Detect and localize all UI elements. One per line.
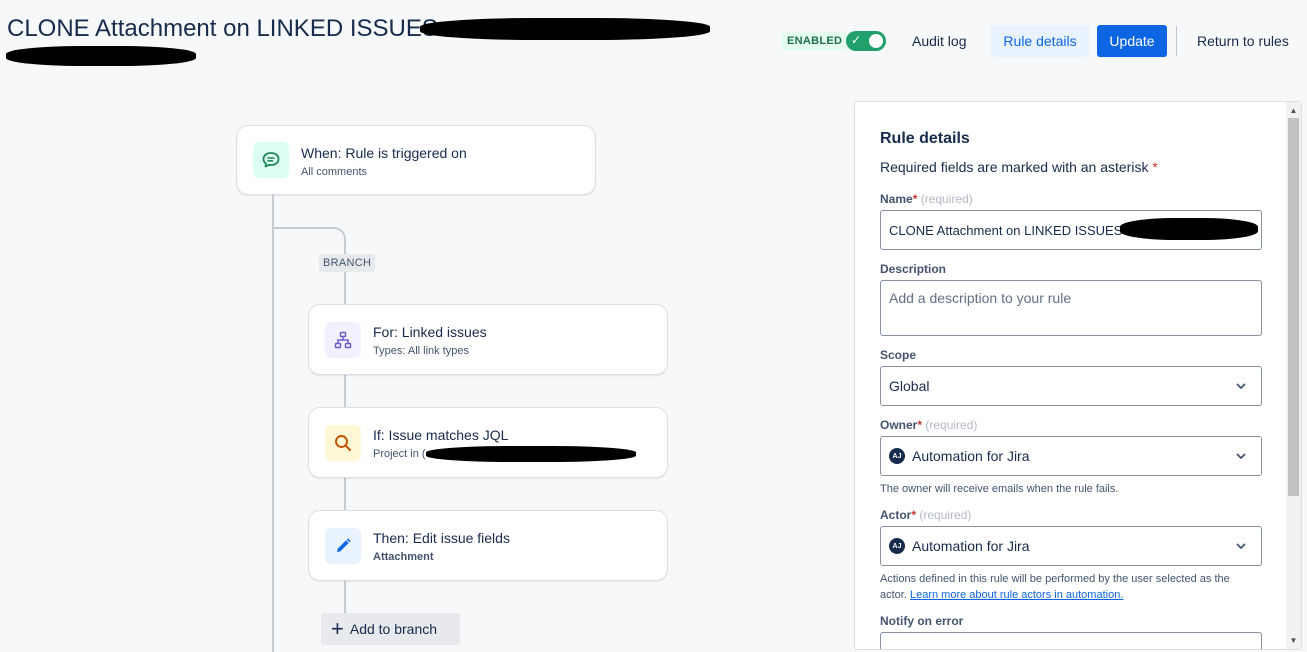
redaction-mark [426, 446, 636, 462]
update-button[interactable]: Update [1097, 25, 1167, 57]
redaction-mark [420, 18, 710, 40]
action-subtitle: Attachment [373, 551, 434, 563]
flow-connector [344, 374, 346, 407]
enabled-toggle[interactable]: ✓ [846, 31, 886, 51]
trigger-node[interactable]: When: Rule is triggered on All comments [236, 125, 596, 195]
panel-heading: Rule details [880, 130, 970, 147]
rule-actors-link[interactable]: Learn more about rule actors in automati… [910, 589, 1123, 601]
owner-select[interactable]: AJ Automation for Jira [880, 436, 1262, 476]
panel-scrollbar-thumb[interactable] [1288, 118, 1299, 496]
trigger-subtitle: All comments [301, 166, 368, 178]
rule-flow-canvas: When: Rule is triggered on All comments … [0, 80, 850, 652]
avatar: AJ [889, 538, 905, 554]
redaction-mark [1120, 218, 1258, 240]
rule-title: CLONE Attachment on LINKED ISSUES [7, 15, 438, 42]
trigger-title: When: Rule is triggered on [301, 145, 467, 161]
check-icon: ✓ [851, 33, 862, 47]
condition-icon-box [325, 425, 361, 461]
rule-details-button[interactable]: Rule details [991, 25, 1089, 57]
flow-connector [344, 580, 346, 613]
branch-tag: BRANCH [319, 254, 376, 272]
branch-node-subtitle: Types: All link types [373, 345, 469, 357]
header-divider [1176, 26, 1177, 56]
scroll-down-icon[interactable]: ▼ [1289, 636, 1298, 645]
search-icon [335, 435, 351, 451]
status-badge: ENABLED [782, 32, 848, 50]
actor-label: Actor* (required) [880, 508, 972, 522]
audit-log-button[interactable]: Audit log [900, 25, 978, 57]
add-to-branch-button[interactable]: + Add to branch [321, 613, 460, 645]
owner-label: Owner* (required) [880, 418, 978, 432]
trigger-icon-box [253, 142, 289, 178]
actor-help-text: Actions defined in this rule will be per… [880, 573, 1230, 601]
flow-connector [344, 272, 346, 304]
condition-title: If: Issue matches JQL [373, 427, 509, 443]
redaction-mark [6, 46, 196, 66]
comment-icon [262, 152, 280, 168]
name-label: Name* (required) [880, 192, 973, 206]
avatar: AJ [889, 448, 905, 464]
automation-rule-editor: CLONE Attachment on LINKED ISSUES ENABLE… [0, 0, 1307, 652]
description-label: Description [880, 262, 947, 276]
chevron-down-icon [1236, 383, 1246, 389]
scope-label: Scope [880, 348, 917, 362]
rule-header: CLONE Attachment on LINKED ISSUES ENABLE… [0, 0, 1307, 80]
scope-select[interactable]: Global [880, 366, 1262, 406]
toggle-knob [869, 34, 883, 48]
flow-connector [272, 194, 274, 652]
flow-connector [344, 477, 346, 510]
plus-icon: + [331, 616, 344, 641]
asterisk: * [1152, 159, 1158, 175]
notify-on-error-select[interactable] [880, 632, 1262, 649]
owner-help-text: The owner will receive emails when the r… [880, 483, 1119, 495]
condition-subtitle: Project in ( [373, 448, 426, 460]
return-to-rules-button[interactable]: Return to rules [1185, 25, 1301, 57]
chevron-down-icon [1236, 453, 1246, 459]
action-node[interactable]: Then: Edit issue fields Attachment [308, 510, 668, 581]
branch-connector [272, 227, 346, 251]
pencil-icon [337, 538, 351, 552]
action-title: Then: Edit issue fields [373, 530, 510, 546]
scroll-up-icon[interactable]: ▲ [1289, 106, 1298, 115]
branch-node-title: For: Linked issues [373, 324, 487, 340]
notify-on-error-label: Notify on error [880, 614, 964, 628]
add-to-branch-label: Add to branch [349, 621, 438, 637]
condition-node[interactable]: If: Issue matches JQL Project in ( [308, 407, 668, 478]
hierarchy-icon [334, 331, 352, 349]
branch-node[interactable]: For: Linked issues Types: All link types [308, 304, 668, 375]
actor-select[interactable]: AJ Automation for Jira [880, 526, 1262, 566]
required-note: Required fields are marked with an aster… [880, 159, 1158, 175]
action-icon-box [325, 528, 361, 564]
branch-icon-box [325, 322, 361, 358]
description-field[interactable]: Add a description to your rule [880, 280, 1262, 336]
rule-details-panel: Rule details Required fields are marked … [854, 101, 1302, 650]
chevron-down-icon [1236, 543, 1246, 549]
